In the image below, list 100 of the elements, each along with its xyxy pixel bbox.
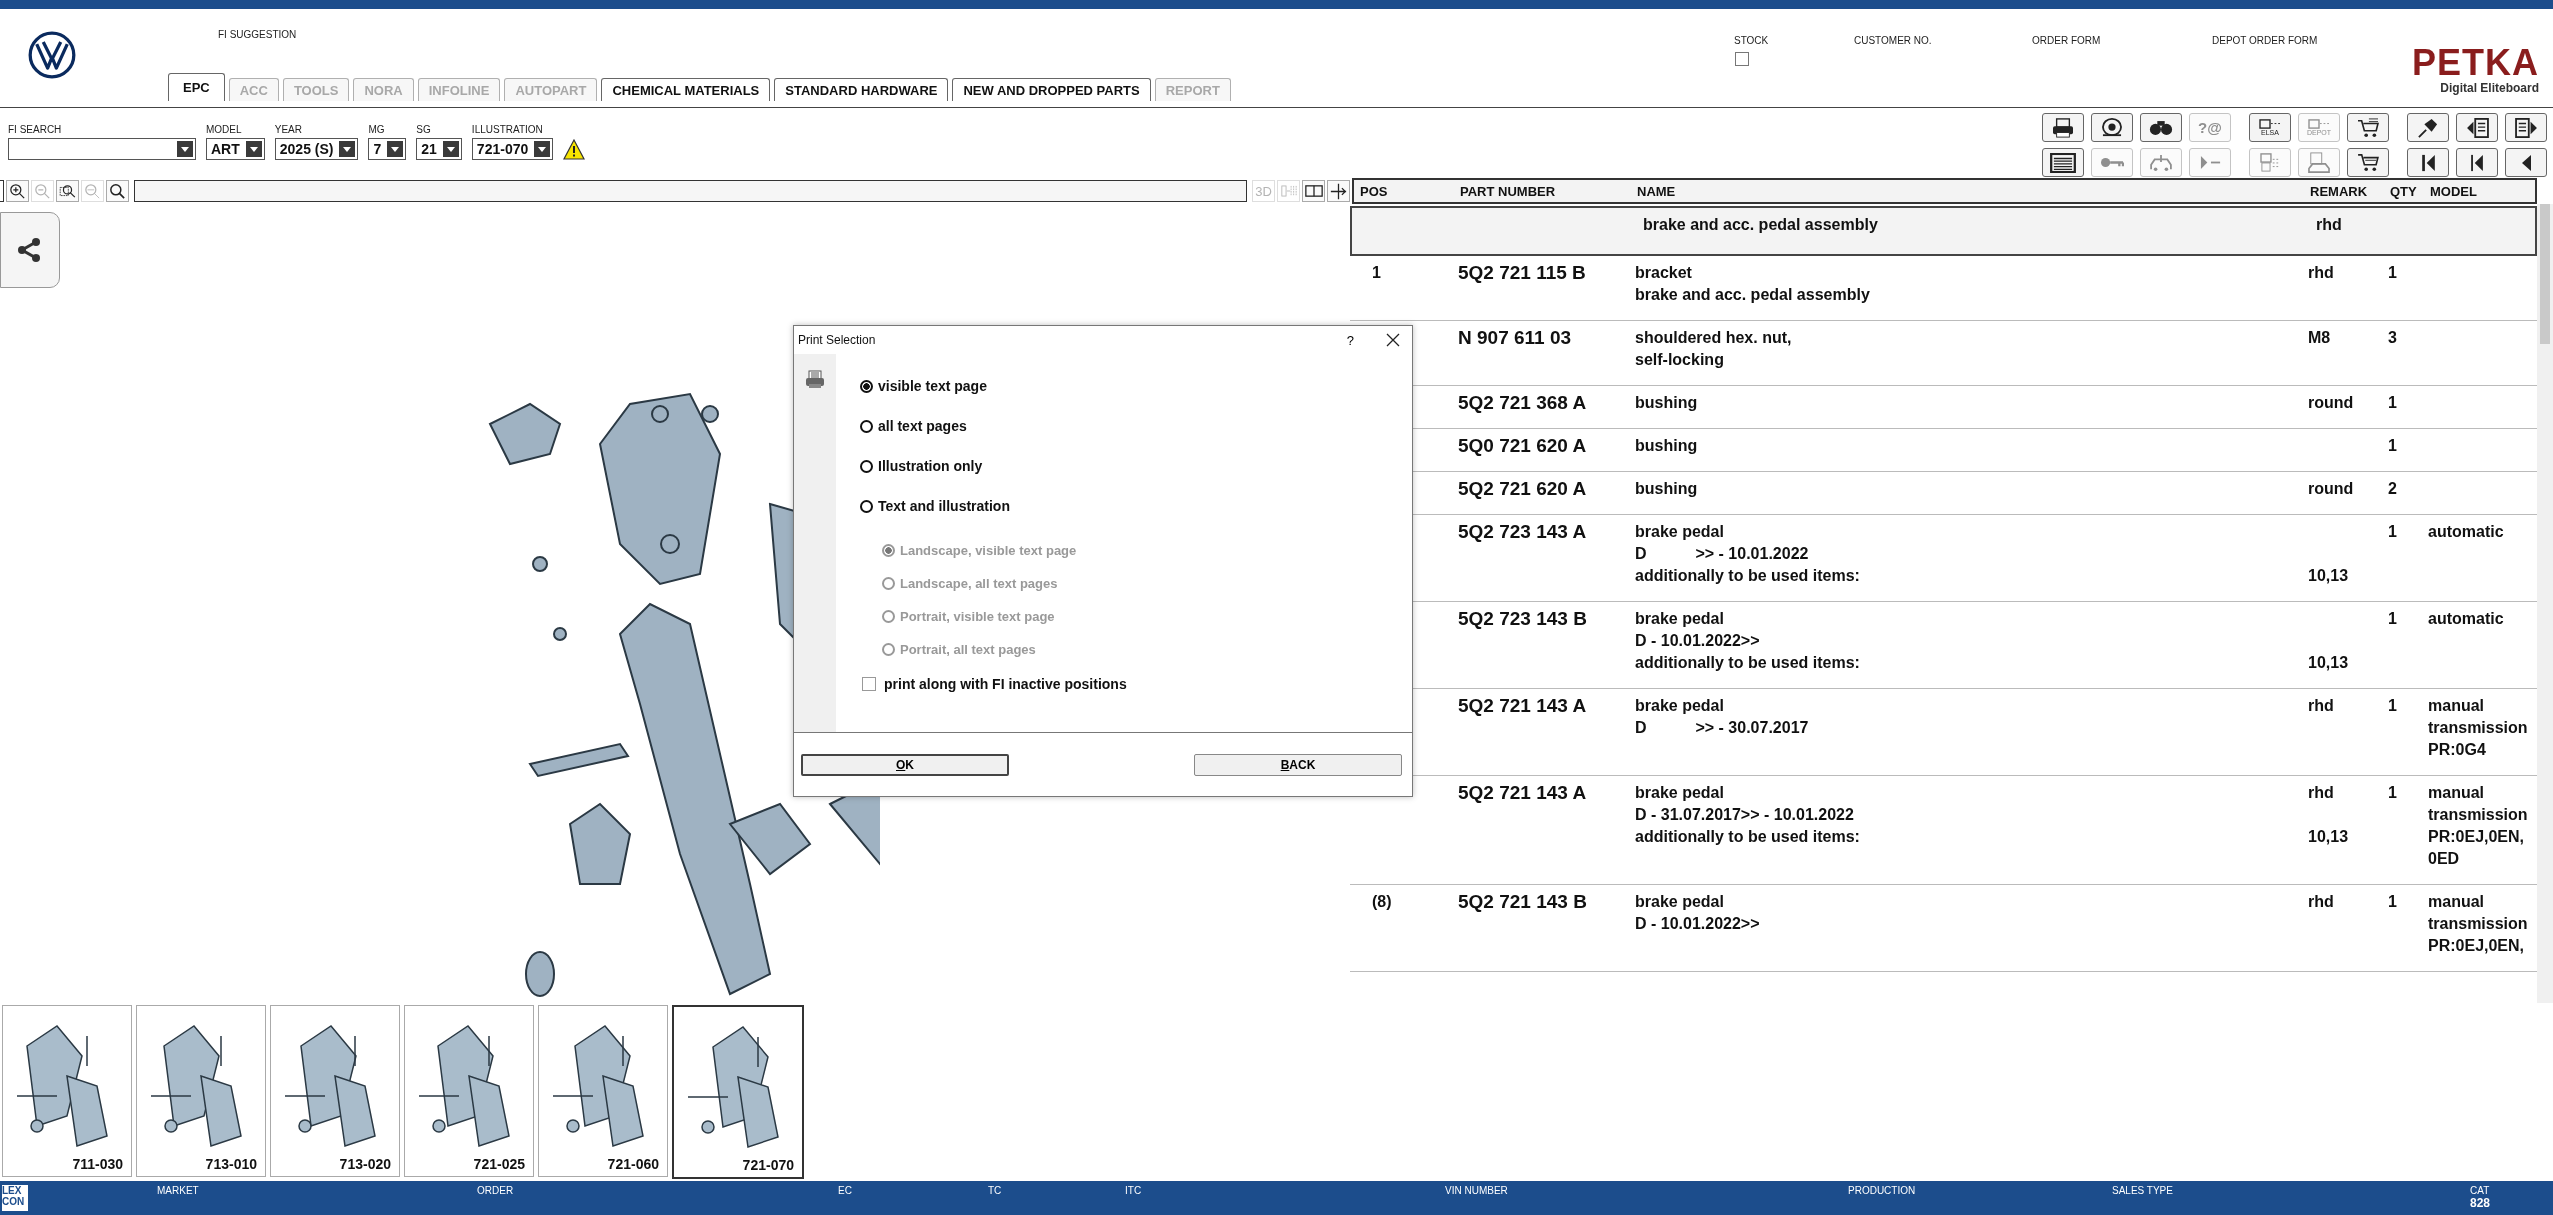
stock-checkbox[interactable] [1735, 52, 1749, 66]
tab[interactable]: EPC [168, 73, 225, 101]
toolbar-button[interactable] [2140, 113, 2182, 142]
illustration-thumbnail[interactable]: 711-030 [2, 1005, 132, 1177]
toolbar-button[interactable] [2505, 113, 2547, 142]
toolbar-button[interactable] [6, 180, 29, 202]
illustration-thumbnail[interactable]: 721-070 [672, 1005, 804, 1179]
zoom-out-icon [35, 183, 50, 199]
dropdown[interactable]: 7 [368, 138, 407, 160]
table-row[interactable]: (8) 5Q2 721 143 B brake pedal rhd D - 10.01.2022>> 1 manual transmission PR:0EJ,0EN, [1350, 885, 2537, 972]
toolbar-button[interactable] [2347, 148, 2389, 177]
thumbnail-caption: 721-060 [607, 1156, 659, 1172]
toolbar-button[interactable] [2505, 148, 2547, 177]
status-label: SALES TYPE [2112, 1185, 2174, 1196]
dialog-title: Print Selection [798, 333, 877, 347]
radio-button[interactable] [860, 419, 873, 433]
part-name: self-locking [1635, 350, 1725, 370]
dropdown[interactable]: 721-070 [471, 138, 554, 160]
remark: 10,13 [2308, 566, 2350, 586]
dropdown[interactable]: 21 [416, 138, 462, 160]
part-name: additionally to be used items: [1635, 827, 1861, 847]
illustration-thumbnail[interactable]: 713-020 [270, 1005, 400, 1177]
radio-option[interactable]: visible text page [860, 376, 1127, 396]
illustration-thumbnail[interactable]: 721-025 [404, 1005, 534, 1177]
scrollbar[interactable] [2537, 204, 2553, 1003]
split-arrow-icon [1280, 185, 1297, 197]
option-label: all text pages [878, 418, 967, 434]
scrollbar-thumb[interactable] [2540, 204, 2550, 344]
status-label: VIN NUMBER [1445, 1185, 1509, 1196]
group-row[interactable]: brake and acc. pedal assembly rhd [1350, 206, 2537, 256]
radio-button[interactable] [860, 379, 873, 393]
radio-button[interactable] [860, 459, 873, 473]
field-label: SG [416, 124, 432, 135]
thumbnail-caption: 721-025 [473, 1156, 525, 1172]
radio-option[interactable]: Text and illustration [860, 496, 1127, 516]
column-header[interactable]: MODEL [2430, 183, 2535, 199]
model-cell-text: manual transmission PR:0EJ,0EN, [2428, 892, 2529, 956]
close-icon [1386, 333, 1400, 347]
model-cell-text: automatic [2428, 609, 2505, 629]
part-name: bushing [1635, 436, 1699, 456]
toolbar-button[interactable] [106, 180, 129, 202]
radio-option[interactable]: all text pages [860, 416, 1127, 436]
option-label: print along with FI inactive positions [884, 676, 1127, 692]
column-header[interactable]: NAME [1637, 183, 2310, 199]
table-row[interactable]: 1 5Q2 721 115 B bracket rhd brake and acc. pedal assembly 1 [1350, 256, 2537, 321]
printer-icon [805, 370, 825, 389]
split-pane-icon [1304, 185, 1323, 197]
part-name: additionally to be used items: [1635, 566, 1861, 586]
part-name: brake and acc. pedal assembly [1635, 285, 1871, 305]
car-brand-logo-icon [28, 31, 76, 79]
toolbar-button[interactable] [1302, 180, 1325, 202]
table-cell-text: 1 [2388, 522, 2398, 542]
toolbar-button[interactable] [2407, 113, 2449, 142]
part-number: 5Q2 721 143 B [1458, 891, 1588, 914]
column-header[interactable]: REMARK [2310, 183, 2390, 199]
option-label: visible text page [878, 378, 987, 394]
illustration-thumbnail[interactable]: 713-010 [136, 1005, 266, 1177]
zoom-area-icon [59, 184, 76, 198]
dropdown[interactable]: ART [206, 138, 265, 160]
column-header[interactable]: POS [1360, 183, 1460, 199]
toolbar-button[interactable] [2042, 148, 2084, 177]
printer-icon [2052, 117, 2074, 138]
column-header[interactable]: QTY [2390, 183, 2430, 199]
path-field[interactable] [134, 180, 1247, 202]
table-cell-text: 1 [1371, 263, 1382, 283]
checkbox[interactable] [862, 677, 876, 691]
option-label: Text and illustration [878, 498, 1010, 514]
monitor-icon [2259, 153, 2281, 172]
toolbar-button[interactable] [1327, 180, 1350, 202]
checkbox-option[interactable]: print along with FI inactive positions [862, 674, 1127, 694]
table-cell-text: (8) [1371, 892, 1393, 912]
toolbar-button[interactable] [2347, 113, 2389, 142]
car-lift-icon [2150, 153, 2172, 172]
play-icon [2199, 155, 2221, 170]
remark: rhd [2308, 892, 2335, 912]
radio-option[interactable]: Illustration only [860, 456, 1127, 476]
binoculars-icon [2149, 119, 2173, 136]
toolbar-button[interactable] [56, 180, 79, 202]
tab[interactable]: NEW AND DROPPED PARTS [952, 78, 1151, 101]
illustration-thumbnail[interactable]: 721-060 [538, 1005, 668, 1177]
table-cell-text: 1 [2388, 393, 2398, 413]
dropdown[interactable]: 2025 (S) [274, 138, 359, 160]
radio-button[interactable] [860, 499, 873, 513]
toolbar-button[interactable] [2042, 113, 2084, 142]
status-label: ORDER [477, 1185, 515, 1196]
tab[interactable]: CHEMICAL MATERIALS [601, 78, 771, 101]
toolbar-button[interactable] [2091, 113, 2133, 142]
dialog-button[interactable]: BACK [1194, 753, 1402, 776]
toolbar-button[interactable] [2456, 148, 2498, 177]
dialog-button[interactable]: OK [801, 753, 1009, 776]
toolbar-button[interactable] [2407, 148, 2449, 177]
previous-icon [2520, 153, 2532, 172]
toolbar-button[interactable] [2456, 113, 2498, 142]
column-header[interactable]: PART NUMBER [1460, 183, 1637, 199]
tab[interactable]: STANDARD HARDWARE [774, 78, 949, 101]
search-dropdown[interactable] [8, 138, 196, 160]
share-button[interactable] [0, 212, 60, 288]
part-number: 5Q2 721 368 A [1458, 392, 1588, 414]
option-label: Landscape, all text pages [900, 575, 1058, 591]
part-name: bushing [1635, 479, 1699, 499]
